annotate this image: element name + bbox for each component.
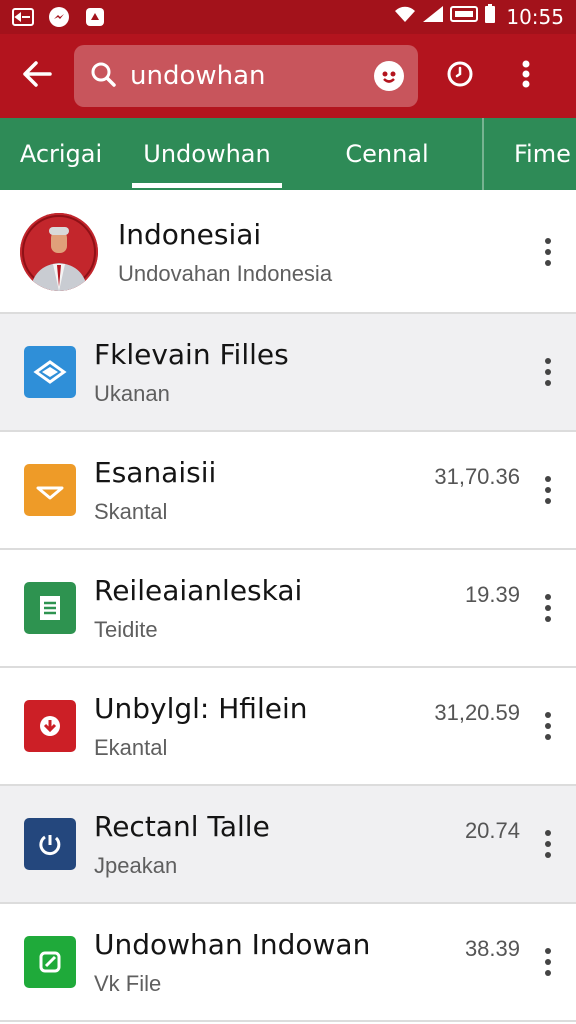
back-arrow-icon: [22, 60, 52, 92]
list-item[interactable]: Indonesiai Undovahan Indonesia: [0, 192, 576, 314]
tab-bar: Acrigai Undowhan Cennal Fime: [0, 118, 576, 190]
signal-icon: [422, 5, 444, 29]
wifi-icon: [394, 5, 416, 29]
tab-acrigai[interactable]: Acrigai: [0, 118, 122, 190]
more-vert-icon: [522, 60, 530, 93]
list-item-subtitle: Vk File: [94, 970, 162, 996]
voice-icon[interactable]: [374, 61, 404, 91]
search-icon: [90, 61, 116, 92]
orange-file-icon: [24, 464, 76, 516]
row-more-icon[interactable]: [538, 238, 558, 266]
list-item-text: Fklevain Filles Ukanan: [94, 338, 576, 407]
list-item-title: Indonesiai: [118, 217, 262, 251]
back-button[interactable]: [0, 34, 74, 118]
messenger-icon: [48, 7, 70, 27]
list-item[interactable]: Unbylgl: Hfilein Ekantal 31,20.59: [0, 668, 576, 786]
list-item-text: Indonesiai Undovahan Indonesia: [118, 218, 576, 287]
search-input[interactable]: undowhan: [130, 61, 374, 91]
app-bar: undowhan: [0, 34, 576, 118]
list-item-subtitle: Skantal: [94, 498, 168, 524]
tab-cennal[interactable]: Cennal: [292, 118, 482, 190]
row-more-icon[interactable]: [538, 830, 558, 858]
status-bar: 10:55: [0, 0, 576, 34]
list-item[interactable]: Reileaianleskai Teidite 19.39: [0, 550, 576, 668]
status-time: 10:55: [506, 5, 564, 29]
app-icon: [84, 7, 106, 27]
history-button[interactable]: [420, 34, 500, 118]
row-more-icon[interactable]: [538, 712, 558, 740]
tab-undowhan[interactable]: Undowhan: [122, 118, 292, 190]
row-more-icon[interactable]: [538, 476, 558, 504]
list-item-subtitle: Jpeakan: [94, 852, 178, 878]
green-doc-icon: [24, 582, 76, 634]
list-item-subtitle: Undovahan Indonesia: [118, 260, 333, 286]
blue-file-icon: [24, 346, 76, 398]
row-more-icon[interactable]: [538, 358, 558, 386]
tab-fime[interactable]: Fime: [482, 118, 576, 190]
file-size: 31,70.36: [434, 464, 520, 489]
list-item-subtitle: Teidite: [94, 616, 158, 642]
file-size: 38.39: [464, 936, 520, 961]
red-file-icon: [24, 700, 76, 752]
results-list: Indonesiai Undovahan Indonesia Fklevain …: [0, 192, 576, 1022]
list-item-subtitle: Ukanan: [94, 380, 170, 406]
person-avatar: [20, 213, 98, 291]
row-more-icon[interactable]: [538, 594, 558, 622]
search-box[interactable]: undowhan: [74, 45, 418, 107]
list-item[interactable]: Rectanl Talle Jpeakan 20.74: [0, 786, 576, 904]
list-item-title: Fklevain Filles: [94, 337, 289, 371]
file-size: 31,20.59: [434, 700, 520, 725]
more-button[interactable]: [500, 34, 552, 118]
sim-icon: [450, 5, 479, 29]
file-size: 20.74: [464, 818, 520, 843]
file-size: 19.39: [464, 582, 520, 607]
navy-file-icon: [24, 818, 76, 870]
list-item[interactable]: Fklevain Filles Ukanan: [0, 314, 576, 432]
row-more-icon[interactable]: [538, 948, 558, 976]
green-edit-icon: [24, 936, 76, 988]
notification-icon: [12, 7, 34, 27]
history-icon: [446, 60, 474, 93]
list-item[interactable]: Undowhan Indowan Vk File 38.39: [0, 904, 576, 1022]
list-item-subtitle: Ekantal: [94, 734, 168, 760]
battery-icon: [484, 4, 496, 30]
list-item[interactable]: Esanaisii Skantal 31,70.36: [0, 432, 576, 550]
